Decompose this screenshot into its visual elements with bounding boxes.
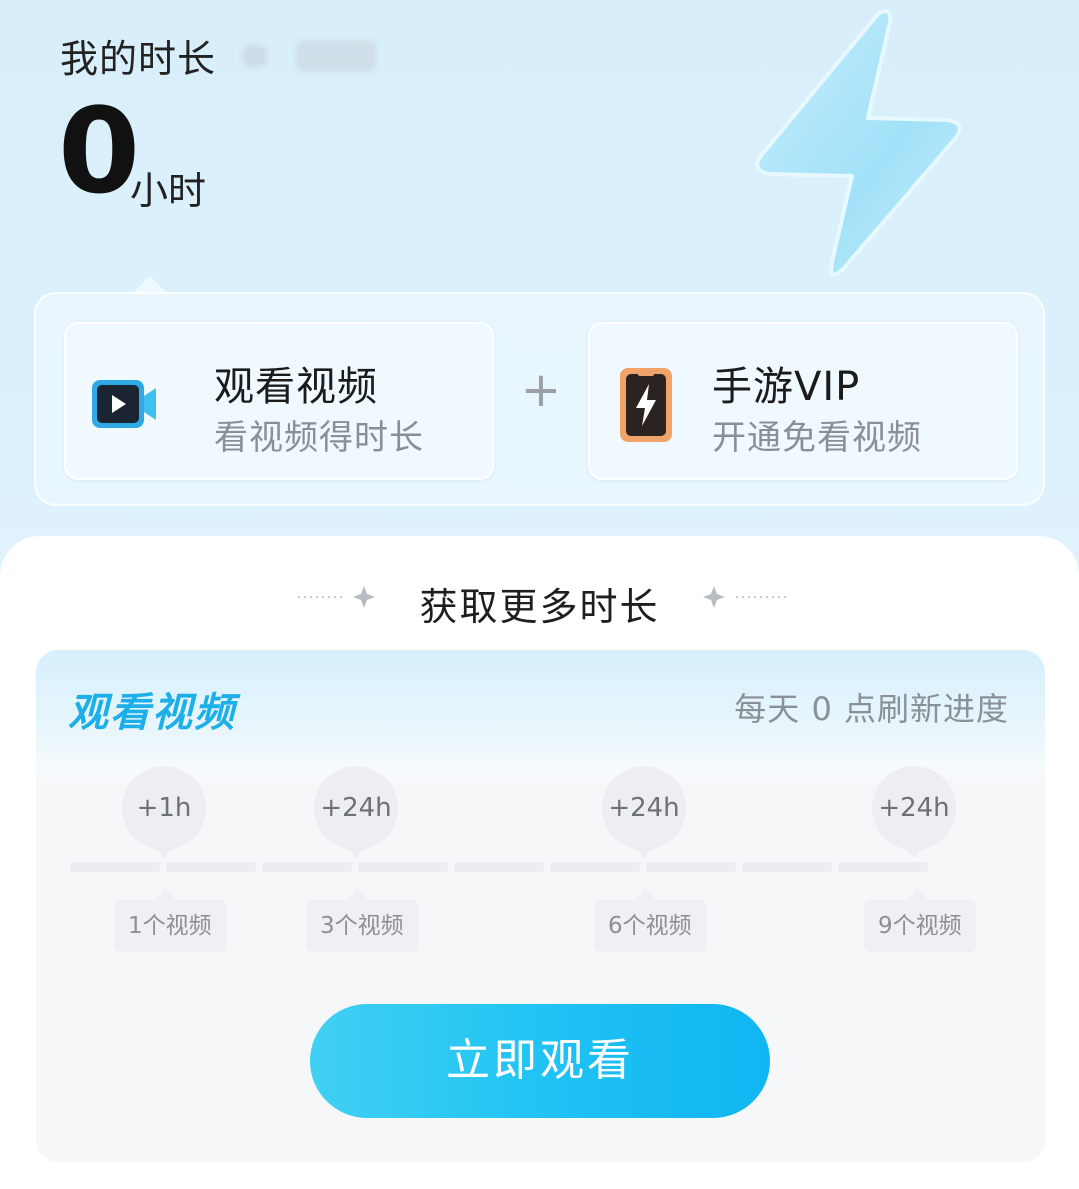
progress-segment (166, 862, 256, 872)
progress-segment (838, 862, 928, 872)
watch-video-card[interactable]: 观看视频 看视频得时长 (64, 322, 494, 480)
milestone-pointer (346, 888, 368, 900)
lightning-battery-icon (620, 368, 672, 442)
section-title: 获取更多时长 (419, 585, 660, 629)
progress-segment (70, 862, 160, 872)
hours-unit: 小时 (130, 169, 207, 213)
milestone-pointer (634, 888, 656, 900)
milestone-label: 3个视频 (306, 900, 418, 952)
vip-title: 手游VIP (712, 364, 861, 410)
milestone-pointer (906, 888, 928, 900)
milestone-label: 6个视频 (594, 900, 706, 952)
reward-badge: +24h (314, 766, 398, 850)
reward-pointer (634, 846, 654, 858)
milestone-label: 9个视频 (864, 900, 976, 952)
vip-subtitle: 开通免看视频 (712, 418, 922, 458)
lightning-bolt-icon (755, 9, 962, 277)
hours-value: 0 (58, 82, 141, 220)
progress-segment (550, 862, 640, 872)
progress-segment (646, 862, 736, 872)
video-progress-track (70, 862, 932, 872)
refresh-note: 每天 0 点刷新进度 (734, 690, 1009, 728)
watch-now-button[interactable]: 立即观看 (310, 1004, 770, 1118)
reward-badge: +24h (602, 766, 686, 850)
progress-segment (358, 862, 448, 872)
earn-more-sheet: 获取更多时长 观看视频 每天 0 点刷新进度 +1h +24h +24h +24… (0, 536, 1079, 1189)
milestone-pointer (154, 888, 176, 900)
progress-segment (454, 862, 544, 872)
video-play-icon (92, 380, 156, 428)
progress-segment (742, 862, 832, 872)
reward-pointer (904, 846, 924, 858)
reward-badge: +1h (122, 766, 206, 850)
mobile-game-vip-card[interactable]: 手游VIP 开通免看视频 (588, 322, 1018, 480)
sparkle-divider-right-icon (703, 586, 786, 608)
reward-pointer (154, 846, 174, 858)
my-duration-label: 我的时长 (60, 37, 217, 81)
task-title: 观看视频 (68, 690, 236, 736)
masked-user-info (236, 36, 376, 76)
progress-segment (262, 862, 352, 872)
watch-video-title: 观看视频 (214, 364, 378, 410)
reward-pointer (346, 846, 366, 858)
plus-icon: + (520, 362, 562, 418)
watch-video-subtitle: 看视频得时长 (214, 418, 424, 458)
milestone-label: 1个视频 (114, 900, 226, 952)
watch-video-task-card: 观看视频 每天 0 点刷新进度 +1h +24h +24h +24h 1个视频 … (36, 650, 1045, 1162)
duration-sources-panel: 观看视频 看视频得时长 + 手游VIP 开通免看视频 (34, 292, 1045, 506)
reward-badge: +24h (872, 766, 956, 850)
